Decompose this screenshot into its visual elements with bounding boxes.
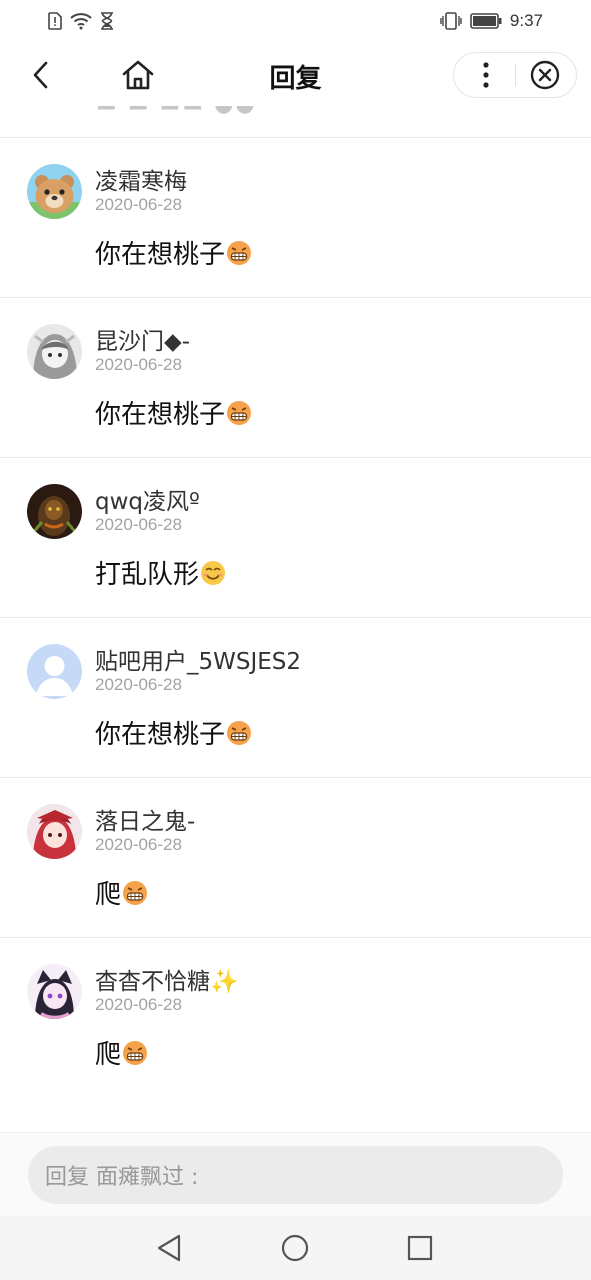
username[interactable]: 杳杳不恰糖✨ [95, 962, 239, 996]
reply-item[interactable]: 落日之鬼- 2020-06-28 爬 [0, 778, 591, 938]
reply-item[interactable]: 凌霜寒梅 2020-06-28 你在想桃子 [0, 138, 591, 298]
username[interactable]: 昆沙门◆- [95, 322, 190, 356]
avatar[interactable] [27, 324, 82, 379]
reply-content: 你在想桃子 [95, 394, 252, 431]
reply-date: 2020-06-28 [95, 515, 182, 534]
avatar[interactable] [27, 964, 82, 1019]
circle-home-icon [281, 1234, 309, 1262]
reply-date: 2020-06-28 [95, 195, 182, 214]
status-right-icons: 9:37 [440, 11, 543, 31]
reply-item[interactable]: 昆沙门◆- 2020-06-28 你在想桃子 [0, 298, 591, 458]
status-bar: 9:37 [0, 0, 591, 44]
close-button[interactable] [527, 57, 563, 93]
cat-ear-girl-avatar-icon [27, 964, 82, 1019]
grin-emoji [227, 400, 252, 425]
reply-text: 打乱队形 [95, 560, 200, 590]
username[interactable]: 凌霜寒梅 [95, 162, 187, 196]
grin-emoji [227, 720, 252, 745]
close-circle-icon [530, 60, 560, 90]
username[interactable]: qwq凌风º [95, 482, 200, 516]
reply-item[interactable]: 贴吧用户_5WSJES2 2020-06-28 你在想桃子 [0, 618, 591, 778]
reply-date: 2020-06-28 [95, 995, 182, 1014]
username-text: 杳杳不恰糖 [95, 969, 210, 995]
reply-content: 爬 [95, 874, 148, 911]
reply-content: 你在想桃子 [95, 234, 252, 271]
grin-emoji [123, 1040, 148, 1065]
system-home-button[interactable] [277, 1230, 313, 1266]
avatar[interactable] [27, 164, 82, 219]
reply-content: 爬 [95, 1034, 148, 1071]
reply-text: 你在想桃子 [95, 240, 226, 270]
wifi-icon [70, 13, 92, 30]
partial-reply-row: ▬ ▬ ▬▬ ●● [0, 106, 591, 138]
miniprogram-capsule [453, 52, 577, 98]
username[interactable]: 落日之鬼- [95, 802, 195, 836]
avatar[interactable] [27, 804, 82, 859]
grin-emoji [123, 880, 148, 905]
vibrate-icon [440, 12, 462, 30]
more-button[interactable] [468, 57, 504, 93]
reply-bar: 回复 面瘫飘过 : [0, 1132, 591, 1216]
reply-content: 打乱队形 [95, 554, 226, 591]
dark-figure-avatar-icon [27, 484, 82, 539]
reply-date: 2020-06-28 [95, 675, 182, 694]
capsule-divider [515, 64, 516, 86]
reply-date: 2020-06-28 [95, 355, 182, 374]
square-recents-icon [407, 1235, 433, 1261]
username[interactable]: 贴吧用户_5WSJES2 [95, 642, 301, 676]
battery-icon [470, 13, 502, 29]
reply-input[interactable]: 回复 面瘫飘过 : [28, 1146, 563, 1204]
system-recents-button[interactable] [402, 1230, 438, 1266]
reply-list: 凌霜寒梅 2020-06-28 你在想桃子 昆沙门◆- 2020-06-28 你… [0, 138, 591, 1098]
sparkles-icon: ✨ [210, 969, 239, 995]
partial-row-remnant: ▬ ▬ ▬▬ ●● [96, 106, 257, 117]
smile-emoji [201, 560, 226, 585]
reply-item[interactable]: 杳杳不恰糖✨ 2020-06-28 爬 [0, 938, 591, 1098]
triangle-back-icon [157, 1234, 181, 1262]
red-hair-girl-avatar-icon [27, 804, 82, 859]
system-nav-bar [0, 1216, 591, 1280]
system-back-button[interactable] [151, 1230, 187, 1266]
reply-date: 2020-06-28 [95, 835, 182, 854]
grin-emoji [227, 240, 252, 265]
reply-text: 爬 [95, 1040, 122, 1070]
reply-text: 爬 [95, 880, 122, 910]
reply-text: 你在想桃子 [95, 720, 226, 750]
avatar[interactable] [27, 644, 82, 699]
anime-girl-avatar-icon [27, 324, 82, 379]
reply-content: 你在想桃子 [95, 714, 252, 751]
reply-text: 你在想桃子 [95, 400, 226, 430]
bear-avatar-icon [27, 164, 82, 219]
status-time: 9:37 [509, 11, 543, 30]
status-left-icons [48, 12, 114, 30]
more-vertical-icon [483, 62, 489, 88]
sim-alert-icon [48, 12, 62, 30]
nav-bar: 回复 [0, 44, 591, 106]
default-user-avatar-icon [27, 644, 82, 699]
avatar[interactable] [27, 484, 82, 539]
hourglass-icon [101, 12, 113, 30]
reply-item[interactable]: qwq凌风º 2020-06-28 打乱队形 [0, 458, 591, 618]
